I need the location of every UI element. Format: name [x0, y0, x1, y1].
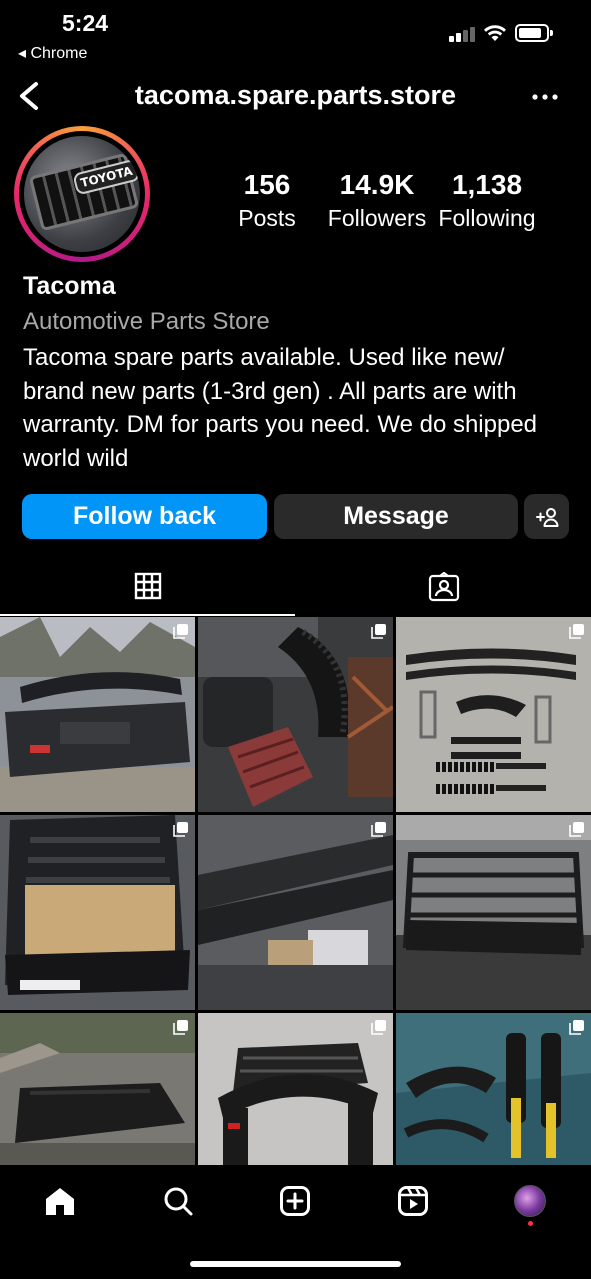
- stat-number: 156: [243, 169, 291, 200]
- profile-avatar: [514, 1185, 546, 1217]
- stat-number: 14.9K: [339, 169, 415, 200]
- carousel-icon: [173, 1020, 188, 1035]
- post-thumbnail[interactable]: [198, 1013, 393, 1165]
- status-bar: 5:24 ◂ Chrome: [0, 0, 591, 70]
- profile-notification-dot: [528, 1221, 533, 1226]
- post-image-control-arms: [396, 1013, 591, 1165]
- post-image-sliders: [198, 815, 393, 1010]
- following-count[interactable]: 1,138 Following: [434, 168, 540, 234]
- post-thumbnail[interactable]: [396, 815, 591, 1010]
- posts-count[interactable]: 156 Posts: [222, 168, 312, 234]
- battery-icon: [515, 24, 553, 42]
- follow-back-button[interactable]: Follow back: [22, 494, 267, 539]
- carousel-icon: [371, 822, 386, 837]
- stat-label: Followers: [327, 205, 427, 231]
- post-thumbnail[interactable]: [0, 1013, 195, 1165]
- profile-username: tacoma.spare.parts.store: [134, 80, 457, 110]
- tab-home[interactable]: [40, 1181, 80, 1221]
- message-button[interactable]: Message: [274, 494, 518, 539]
- profile-nav-bar: tacoma.spare.parts.store: [0, 72, 591, 122]
- tab-search[interactable]: [158, 1181, 198, 1221]
- stat-label: Posts: [238, 205, 296, 231]
- post-image-bed-bars: [198, 1013, 393, 1165]
- create-icon: [280, 1186, 310, 1216]
- post-image-bed-rack: [396, 815, 591, 1010]
- post-thumbnail[interactable]: [0, 815, 195, 1010]
- profile-content-tabs: [0, 558, 591, 616]
- carousel-icon: [569, 624, 584, 639]
- carousel-icon: [371, 624, 386, 639]
- carousel-icon: [569, 822, 584, 837]
- posts-grid: [0, 617, 591, 1165]
- add-person-icon: [535, 507, 558, 527]
- profile-display-name: Tacoma: [23, 272, 116, 300]
- more-options-icon[interactable]: [530, 92, 560, 102]
- post-thumbnail[interactable]: [198, 617, 393, 812]
- post-thumbnail[interactable]: [396, 1013, 591, 1165]
- profile-category: Automotive Parts Store: [23, 308, 270, 335]
- tagged-icon: [428, 572, 459, 602]
- carousel-icon: [173, 624, 188, 639]
- wifi-icon: [484, 25, 506, 41]
- profile-avatar-story-ring[interactable]: TOYOTA: [14, 126, 150, 262]
- tab-reels[interactable]: [393, 1181, 433, 1221]
- post-thumbnail[interactable]: [0, 617, 195, 812]
- post-thumbnail[interactable]: [396, 617, 591, 812]
- post-image-bumper: [0, 617, 195, 812]
- tab-create[interactable]: [275, 1181, 315, 1221]
- search-icon: [164, 1187, 193, 1216]
- post-image-roof-rack: [0, 815, 195, 1010]
- post-image-suspension: [396, 617, 591, 812]
- bottom-tab-bar: [0, 1165, 591, 1279]
- grid-icon: [134, 572, 161, 600]
- suggested-users-button[interactable]: [524, 494, 569, 539]
- tab-tagged[interactable]: [296, 558, 591, 616]
- carousel-icon: [569, 1020, 584, 1035]
- post-thumbnail[interactable]: [198, 815, 393, 1010]
- signal-icon: [449, 26, 477, 42]
- carousel-icon: [371, 1020, 386, 1035]
- followers-count[interactable]: 14.9K Followers: [322, 168, 432, 234]
- post-image-truck-bed: [0, 1013, 195, 1165]
- tab-posts-grid[interactable]: [0, 558, 295, 616]
- carousel-icon: [173, 822, 188, 837]
- profile-avatar: TOYOTA: [24, 136, 140, 252]
- stat-label: Following: [438, 205, 536, 231]
- back-to-app-link[interactable]: ◂ Chrome: [18, 43, 87, 63]
- post-image-intake: [198, 617, 393, 812]
- status-time: 5:24: [62, 10, 109, 36]
- home-icon: [46, 1188, 74, 1215]
- stat-number: 1,138: [451, 169, 523, 200]
- tab-profile[interactable]: [510, 1181, 550, 1221]
- profile-bio: Tacoma spare parts available. Used like …: [23, 344, 538, 472]
- reels-icon: [398, 1186, 428, 1216]
- home-indicator[interactable]: [190, 1261, 401, 1267]
